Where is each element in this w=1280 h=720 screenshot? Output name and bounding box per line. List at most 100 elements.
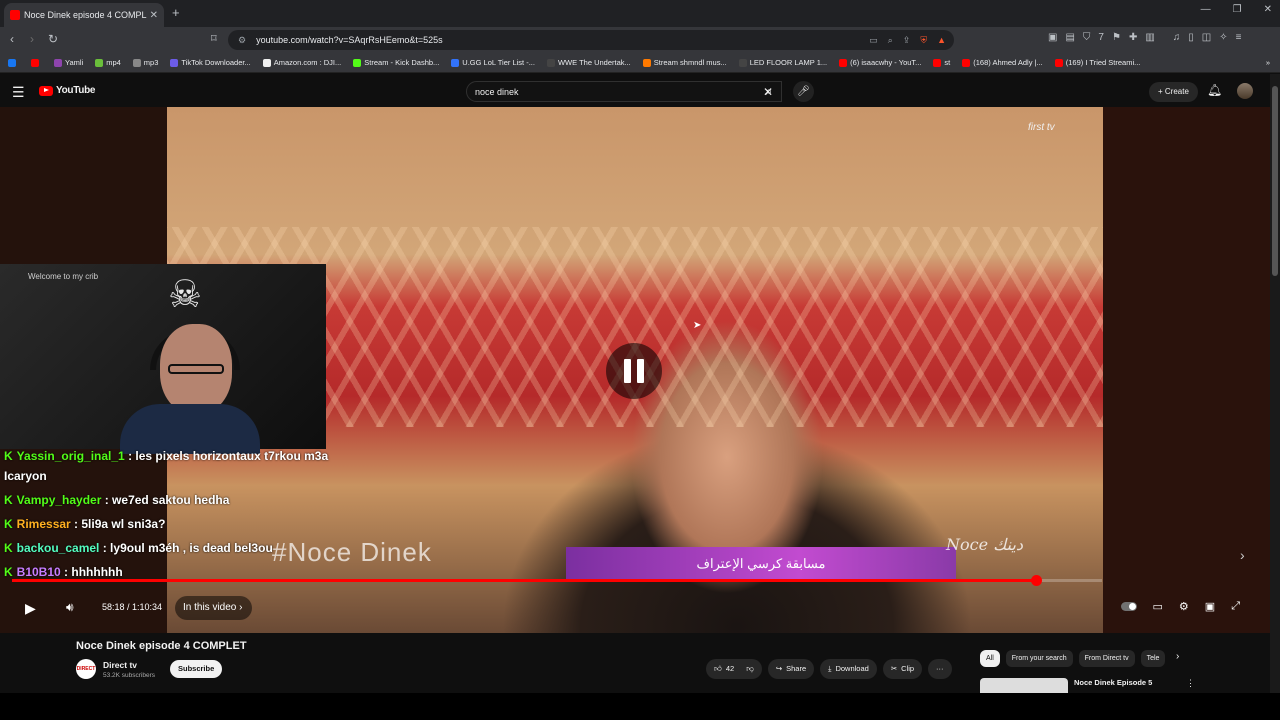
share-page-icon[interactable]: ⇪ — [903, 35, 911, 46]
clip-button[interactable]: ✂ Clip — [882, 659, 923, 679]
forward-icon[interactable]: › — [30, 32, 34, 46]
bookmark-item[interactable]: (168) Ahmed Adly |... — [962, 58, 1043, 67]
channel-avatar[interactable]: DIRECT — [76, 659, 96, 679]
search-input[interactable]: noce dinek ✕ — [466, 81, 782, 102]
tab-close-icon[interactable]: ✕ — [150, 10, 158, 21]
bookmark-item[interactable] — [31, 58, 42, 67]
hamburger-menu-icon[interactable]: ☰ — [12, 84, 25, 101]
browser-toolbar: ‹ › ↻ ⌑ ⚙ youtube.com/watch?v=SAqrRsHEem… — [0, 27, 1280, 53]
page-scrollbar[interactable] — [1270, 74, 1280, 694]
progress-bar[interactable] — [12, 575, 1102, 586]
more-actions-button[interactable]: ··· — [928, 659, 952, 679]
youtube-logo[interactable]: YouTube — [39, 85, 96, 96]
browser-tab-active[interactable]: Noce Dinek episode 4 COMPL ✕ — [4, 3, 164, 27]
fullscreen-icon[interactable]: ⤢ — [1231, 600, 1240, 613]
dislike-icon[interactable]: 👎︎ — [746, 659, 754, 679]
bookmarks-overflow-icon[interactable]: » — [1266, 58, 1280, 67]
center-pause-button[interactable] — [606, 343, 662, 399]
brave-shield-icon[interactable]: ⛨ — [920, 35, 927, 46]
puzzle-icon[interactable]: ✚ — [1129, 32, 1137, 43]
url-text[interactable]: youtube.com/watch?v=SAqrRsHEemo&t=525s — [256, 35, 443, 45]
bookmark-item[interactable]: TikTok Downloader... — [170, 58, 251, 67]
filter-chip[interactable]: From your search — [1005, 650, 1073, 667]
media-icon[interactable]: ♫ — [1173, 32, 1181, 43]
filter-chip[interactable]: All — [980, 650, 1000, 667]
extension-icon[interactable]: ⚑ — [1112, 32, 1121, 43]
bookmark-favicon-icon — [839, 58, 848, 67]
like-count[interactable]: 42 — [726, 659, 734, 679]
brave-rewards-icon[interactable]: ▲ — [937, 35, 946, 46]
leo-icon[interactable]: ✧ — [1219, 32, 1227, 43]
related-video-thumbnail[interactable] — [980, 678, 1068, 693]
chat-username: B10B10 — [16, 565, 61, 579]
bookmark-item[interactable]: (169) I Tried Streami... — [1054, 58, 1140, 67]
close-window-icon[interactable]: ✕ — [1264, 4, 1272, 15]
subscribe-button[interactable]: Subscribe — [170, 660, 223, 678]
bookmark-item[interactable]: (6) isaacwhy - YouT... — [839, 58, 921, 67]
autoplay-toggle[interactable] — [1120, 602, 1137, 611]
bookmark-item[interactable]: U.GG LoL Tier List -... — [451, 58, 535, 67]
share-icon: ↪ — [775, 664, 783, 673]
reload-icon[interactable]: ↻ — [48, 32, 58, 46]
bookmark-item[interactable]: mp4 — [95, 58, 121, 67]
share-button[interactable]: ↪ Share — [767, 659, 815, 679]
bookmark-icon[interactable]: ⌑ — [211, 32, 217, 45]
filter-chip[interactable]: From Direct tv — [1078, 650, 1135, 667]
menu-icon[interactable]: ≡ — [1236, 32, 1242, 43]
extension-icon[interactable]: ⛉ — [1083, 32, 1091, 43]
related-video-title[interactable]: Noce Dinek Episode 5 — [1074, 678, 1152, 687]
bookmark-item[interactable]: Stream - Kick Dashb... — [353, 58, 439, 67]
theater-mode-icon[interactable]: ▣ — [1205, 600, 1215, 613]
bottom-bar — [0, 693, 1280, 720]
play-icon[interactable]: ▶ — [25, 600, 36, 617]
bookmark-item[interactable]: WWE The Undertak... — [546, 58, 631, 67]
extension-icon[interactable]: ▥ — [1145, 32, 1154, 43]
search-query[interactable]: noce dinek — [475, 87, 519, 97]
minimize-icon[interactable]: — — [1201, 4, 1211, 15]
wallet-icon[interactable]: ◫ — [1202, 32, 1211, 43]
bookmark-item[interactable]: Stream shmndl mus... — [642, 58, 727, 67]
address-bar[interactable]: ⚙ youtube.com/watch?v=SAqrRsHEemo&t=525s… — [228, 30, 954, 50]
video-player[interactable]: first tv #Noce Dinek مسابقة كرسي الإعترا… — [0, 107, 1270, 633]
chat-text: : ly9oul m3éh , is dead bel3ou — [99, 541, 273, 555]
create-button[interactable]: + Create — [1149, 82, 1198, 102]
bookmark-item[interactable]: Amazon.com : DJI... — [262, 58, 341, 67]
channel-name[interactable]: Direct tv — [103, 660, 137, 670]
zoom-icon[interactable]: ⌕ — [888, 35, 893, 46]
scrollbar-thumb[interactable] — [1272, 86, 1278, 276]
time-display: 58:18 / 1:10:34 — [102, 602, 163, 612]
subscriber-count: 53.2K subscribers — [103, 672, 156, 679]
cast-icon[interactable]: ▭ — [869, 35, 878, 46]
extension-icon[interactable]: ▤ — [1065, 32, 1074, 43]
volume-icon[interactable]: 🔊︎ — [66, 600, 74, 615]
extension-icon[interactable]: 7 — [1098, 32, 1104, 43]
window-controls: — ❐ ✕ — [1201, 4, 1272, 15]
bookmark-item[interactable] — [8, 58, 19, 67]
microphone-icon[interactable]: 🎤︎ — [793, 81, 814, 102]
bookmark-item[interactable]: LED FLOOR LAMP 1... — [738, 58, 827, 67]
sidebar-icon[interactable]: ▯ — [1188, 32, 1194, 43]
youtube-logo-text: YouTube — [56, 85, 96, 96]
new-tab-button[interactable]: + — [172, 5, 180, 20]
next-arrow-icon[interactable]: › — [1240, 547, 1245, 563]
chips-next-icon[interactable]: › — [1176, 651, 1179, 662]
like-icon[interactable]: 👍︎ — [714, 659, 722, 679]
bookmark-label: mp3 — [143, 58, 159, 67]
related-more-icon[interactable]: ⋮ — [1186, 678, 1195, 689]
download-button[interactable]: ⤓ Download — [820, 659, 877, 679]
subtitles-icon[interactable]: ▭ — [1153, 600, 1163, 613]
restore-icon[interactable]: ❐ — [1233, 4, 1242, 15]
notifications-bell-icon[interactable]: 🔔︎ — [1207, 83, 1222, 97]
bookmark-item[interactable]: st — [933, 58, 950, 67]
bookmark-item[interactable]: Yamli — [54, 58, 83, 67]
account-avatar[interactable] — [1237, 83, 1253, 99]
back-icon[interactable]: ‹ — [10, 32, 14, 46]
filter-chip[interactable]: Tele — [1140, 650, 1166, 667]
search-icon[interactable]: ⌕ — [755, 81, 783, 102]
settings-gear-icon[interactable]: ⚙ — [1179, 600, 1189, 613]
in-this-video-button[interactable]: In this video › — [175, 596, 253, 620]
site-info-icon[interactable]: ⚙ — [238, 35, 246, 46]
bookmark-item[interactable]: mp3 — [132, 58, 159, 67]
progress-scrubber[interactable] — [1030, 575, 1042, 586]
extension-icon[interactable]: ▣ — [1048, 32, 1057, 43]
